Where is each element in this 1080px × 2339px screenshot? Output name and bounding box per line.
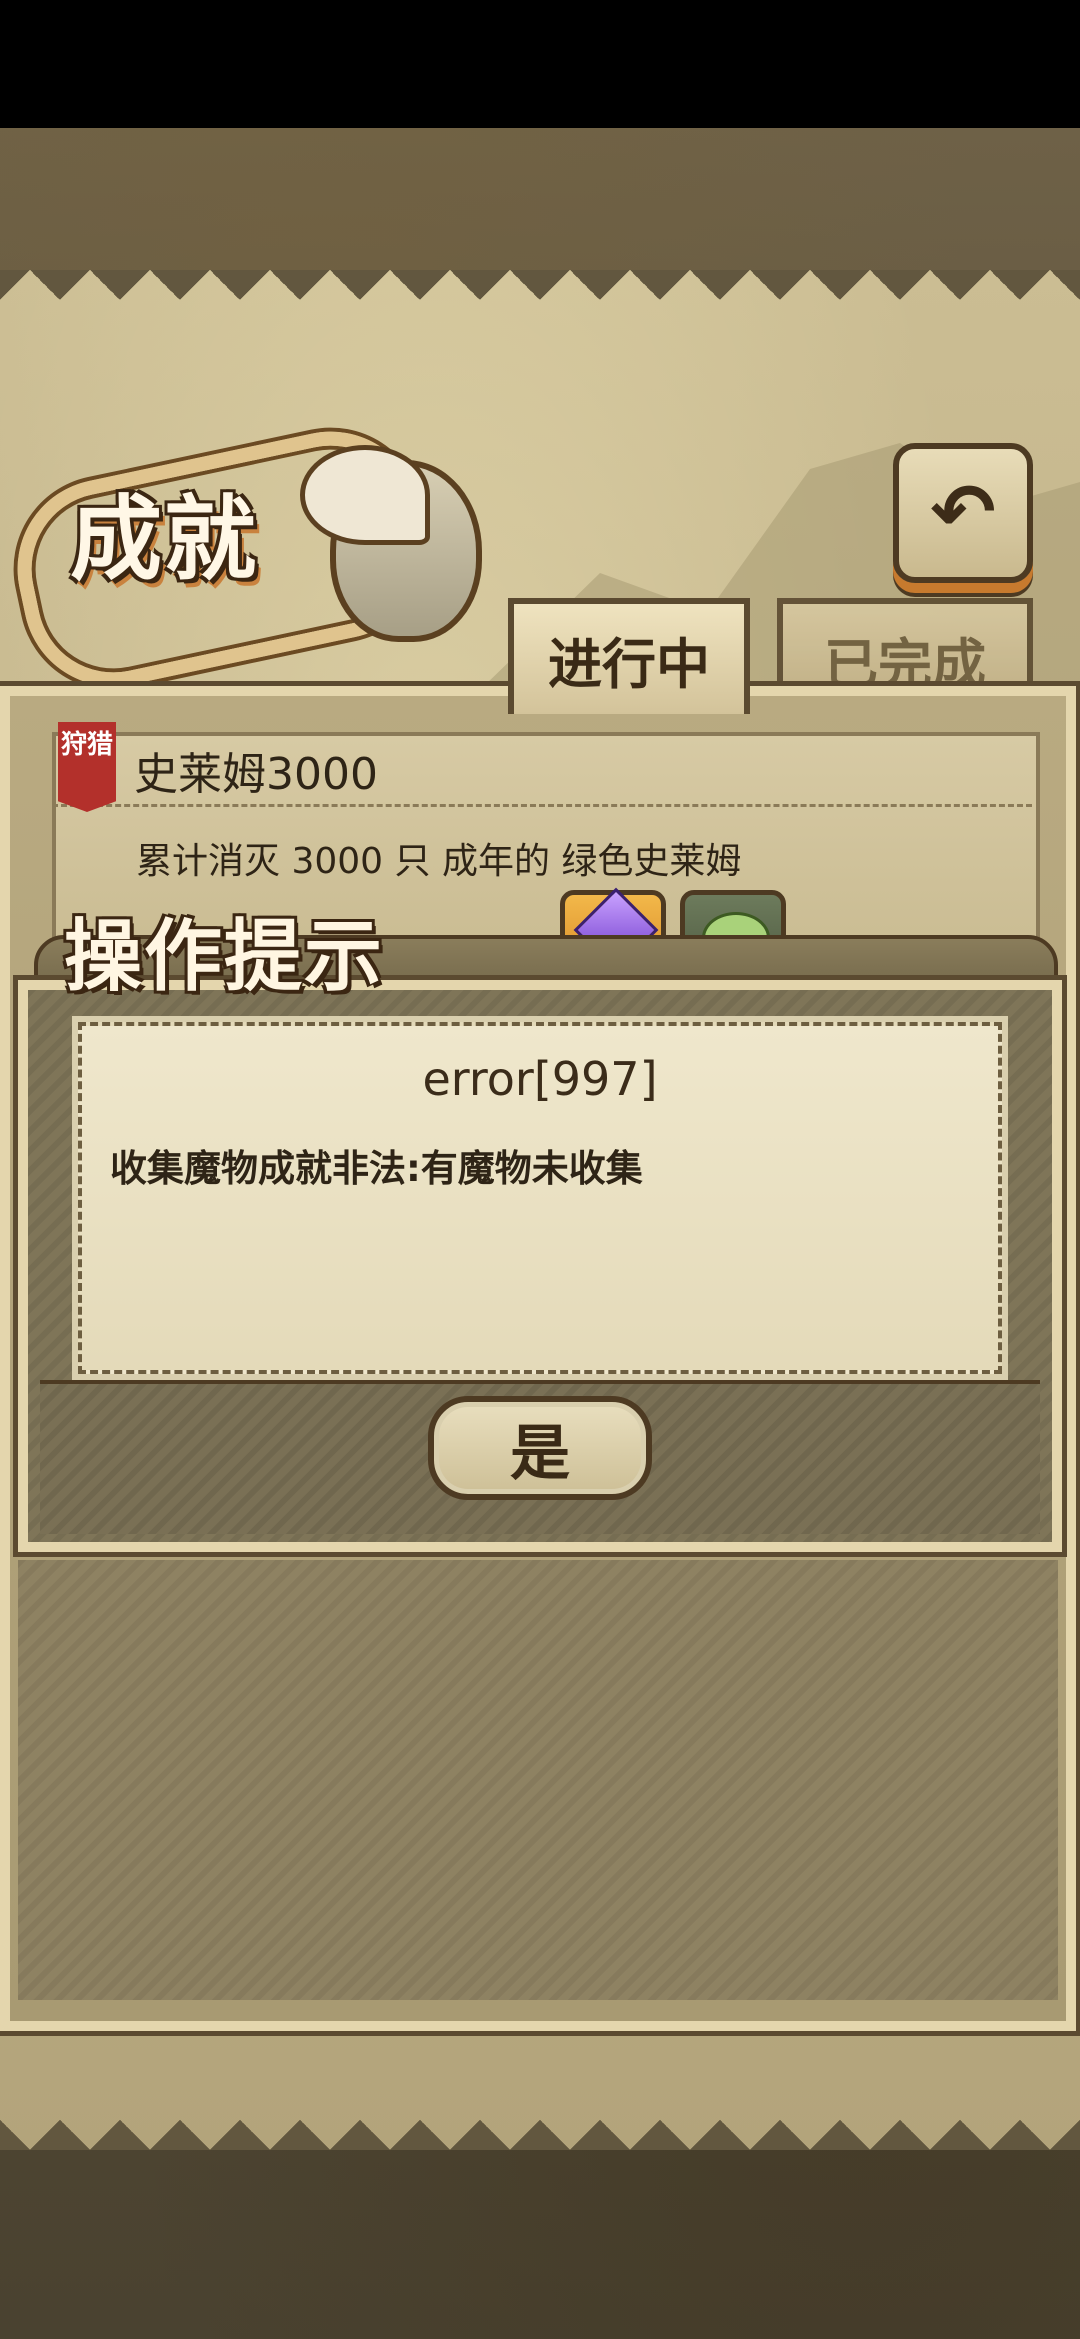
dialog-title: 操作提示 <box>64 911 385 1002</box>
back-button[interactable]: ↶ <box>893 443 1033 583</box>
error-message: 收集魔物成就非法:有魔物未收集 <box>110 1147 643 1190</box>
parchment-bottom-edge <box>0 2090 1080 2150</box>
achievement-name: 史莱姆3000 <box>134 749 378 800</box>
error-code: error[997] <box>422 1052 658 1106</box>
achievement-description: 累计消灭 3000 只 成年的 绿色史莱姆 <box>136 841 742 882</box>
hunt-tag-badge: 狩猎 <box>58 722 116 812</box>
page-title: 成就 <box>70 485 259 593</box>
back-arrow-icon: ↶ <box>930 468 996 558</box>
confirm-button[interactable]: 是 <box>428 1396 652 1500</box>
tab-in-progress[interactable]: 进行中 <box>508 598 750 714</box>
achievement-list-area <box>18 1560 1058 2000</box>
wing-icon <box>300 445 430 545</box>
status-bar-area <box>0 0 1080 128</box>
parchment-top-edge <box>0 270 1080 330</box>
